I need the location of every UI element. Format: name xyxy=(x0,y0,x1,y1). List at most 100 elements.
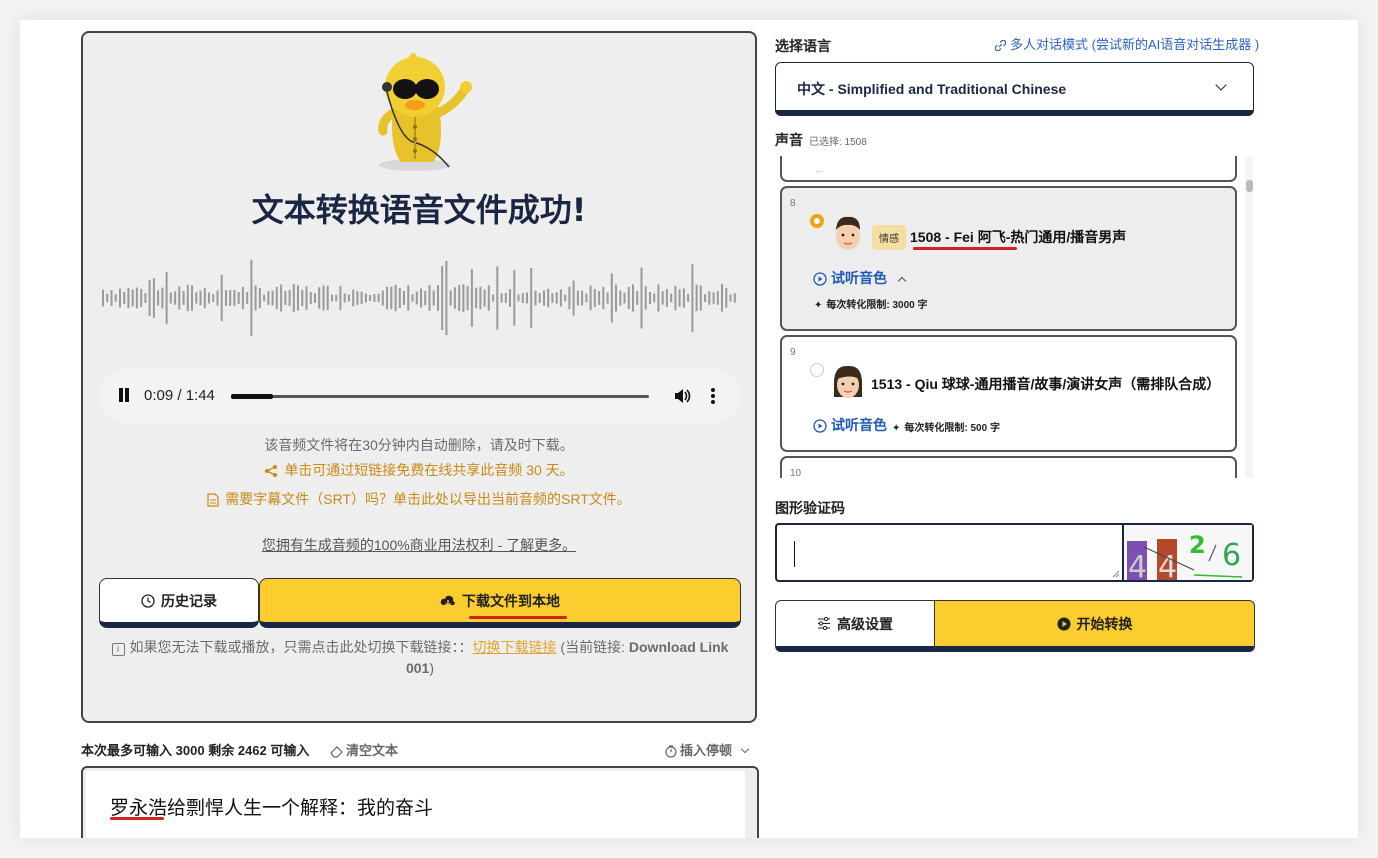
waveform-bar xyxy=(297,285,299,311)
waveform-bar xyxy=(339,285,342,311)
waveform-bar xyxy=(492,294,495,302)
waveform-bar xyxy=(386,286,389,310)
waveform-bar xyxy=(538,293,541,303)
text-input-area[interactable]: 罗永浩给剽悍人生一个解释：我的奋斗 xyxy=(81,766,759,838)
waveform-bar xyxy=(517,294,520,302)
voice-index: 10 xyxy=(790,468,802,478)
waveform-bar xyxy=(360,291,363,305)
waveform-bar xyxy=(415,291,418,305)
waveform-bar xyxy=(106,293,109,303)
text-caret xyxy=(794,541,795,567)
voice-card[interactable]: 9 1513 - Qiu 球球-通用播音/故事/演讲女声（需排队合成） 试听音色… xyxy=(780,335,1237,452)
waveform-bar xyxy=(148,280,151,316)
waveform-bar xyxy=(627,287,630,309)
waveform-bar xyxy=(670,293,673,303)
waveform-bar xyxy=(721,284,723,312)
waveform-bar xyxy=(347,294,350,302)
srt-export-link[interactable]: 需要字幕文件（SRT）吗？单击此处以导出当前音频的SRT文件。 xyxy=(83,489,755,509)
cloud-download-icon xyxy=(440,595,455,607)
waveform-bar xyxy=(144,293,147,303)
share-icon xyxy=(265,465,278,478)
waveform-bar xyxy=(356,291,359,305)
voice-radio[interactable] xyxy=(810,363,824,377)
waveform-bar xyxy=(428,285,431,311)
waveform-bar xyxy=(326,285,329,311)
waveform-bar xyxy=(470,269,473,327)
waveform-bar xyxy=(615,284,617,312)
waveform-bar xyxy=(699,285,702,311)
language-selected-value: 中文 - Simplified and Traditional Chinese xyxy=(797,81,1067,97)
waveform-bar xyxy=(424,290,427,306)
pause-button[interactable] xyxy=(118,388,130,402)
clear-text-button[interactable]: 清空文本 xyxy=(330,740,398,759)
counter-prefix: 本次最多可输入 xyxy=(81,743,173,758)
switch-download-link[interactable]: 切换下载链接 xyxy=(473,639,557,655)
share-link[interactable]: 单击可通过短链接免费在线共享此音频 30 天。 xyxy=(83,460,755,480)
result-card: 文本转换语音文件成功! 0:09 / 1:44 该音频文件将在30分钟内自动删除… xyxy=(81,31,757,723)
waveform-bar xyxy=(665,288,668,308)
waveform-bar xyxy=(284,291,287,305)
waveform-bar xyxy=(530,268,533,328)
history-button[interactable]: 历史记录 xyxy=(99,578,259,628)
insert-pause-dropdown[interactable]: 插入停顿 xyxy=(665,740,749,759)
info-icon: i xyxy=(111,643,125,656)
share-text: 单击可通过短链接免费在线共享此音频 30 天。 xyxy=(284,462,574,478)
waveform-bar xyxy=(119,288,121,308)
voice-radio-selected[interactable] xyxy=(810,214,824,228)
counter-remain-label: 剩余 xyxy=(208,743,235,758)
waveform-bar xyxy=(208,292,210,304)
waveform-bar xyxy=(352,289,355,307)
red-annotation-underline-2 xyxy=(110,817,164,820)
waveform-bar xyxy=(199,290,202,306)
waveform-bar xyxy=(543,290,545,306)
download-button[interactable]: 下载文件到本地 xyxy=(259,578,741,628)
resize-handle-icon[interactable] xyxy=(1112,570,1120,578)
waveform-bar xyxy=(364,293,367,303)
voice-card[interactable]: 8 情感 1508 - Fei 阿飞-热门通用/播音男声 试听音色 ✦ 每次转化限… xyxy=(780,186,1237,331)
waveform-bar xyxy=(140,288,143,308)
text-input-inner: 罗永浩给剽悍人生一个解释：我的奋斗 xyxy=(86,771,745,838)
waveform-bar xyxy=(127,287,130,309)
advanced-settings-button[interactable]: 高级设置 xyxy=(775,600,935,652)
captcha-image[interactable]: 4 4 2 6 xyxy=(1124,523,1254,585)
multi-dialogue-link[interactable]: 多人对话模式 (尝试新的AI语音对话生成器 ) xyxy=(995,34,1259,53)
current-link-open: (当前链接: xyxy=(556,639,629,655)
waveform-bar xyxy=(691,264,694,332)
waveform-bar xyxy=(169,292,172,304)
preview-voice-button[interactable]: 试听音色 xyxy=(813,415,887,435)
waveform-bar xyxy=(441,266,444,330)
more-options-icon[interactable] xyxy=(710,387,716,405)
waveform-bar xyxy=(581,290,584,306)
language-select[interactable]: 中文 - Simplified and Traditional Chinese xyxy=(775,62,1254,116)
waveform-bar xyxy=(479,286,482,310)
waveform-bar xyxy=(644,286,647,310)
voice-card[interactable]: 10 xyxy=(780,456,1237,478)
emotion-tag: 情感 xyxy=(872,225,906,250)
captcha-char: 6 xyxy=(1222,538,1241,573)
text-input-value[interactable]: 罗永浩给剽悍人生一个解释：我的奋斗 xyxy=(110,793,433,820)
chevron-up-icon xyxy=(897,276,907,286)
play-circle-icon xyxy=(813,419,827,433)
audio-waveform xyxy=(102,259,736,337)
waveform-bar xyxy=(589,285,592,311)
commercial-rights-link[interactable]: 您拥有生成音频的100%商业用法权利 - 了解更多。 xyxy=(83,535,755,555)
voice-card-partial[interactable]: ... xyxy=(780,156,1237,182)
scrollbar-thumb[interactable] xyxy=(1246,180,1253,192)
waveform-bar xyxy=(449,290,452,306)
volume-icon[interactable] xyxy=(673,387,691,405)
preview-voice-button[interactable]: 试听音色 xyxy=(813,268,907,288)
start-conversion-button[interactable]: 开始转换 xyxy=(934,600,1255,652)
voice-limit: ✦ 每次转化限制: 3000 字 xyxy=(814,296,928,311)
player-time: 0:09 / 1:44 xyxy=(144,387,215,404)
progress-slider[interactable] xyxy=(231,394,649,399)
char-counter: 本次最多可输入 3000 剩余 2462 可输入 xyxy=(81,740,309,759)
waveform-bar xyxy=(636,291,639,305)
waveform-bar xyxy=(292,284,295,312)
waveform-bar xyxy=(216,290,219,306)
captcha-char: 2 xyxy=(1189,531,1206,559)
waveform-bar xyxy=(593,289,596,307)
waveform-bar xyxy=(280,284,283,312)
captcha-input[interactable] xyxy=(775,523,1124,582)
clear-text-label: 清空文本 xyxy=(346,743,399,758)
voice-list-scrollbar[interactable] xyxy=(1245,156,1253,478)
